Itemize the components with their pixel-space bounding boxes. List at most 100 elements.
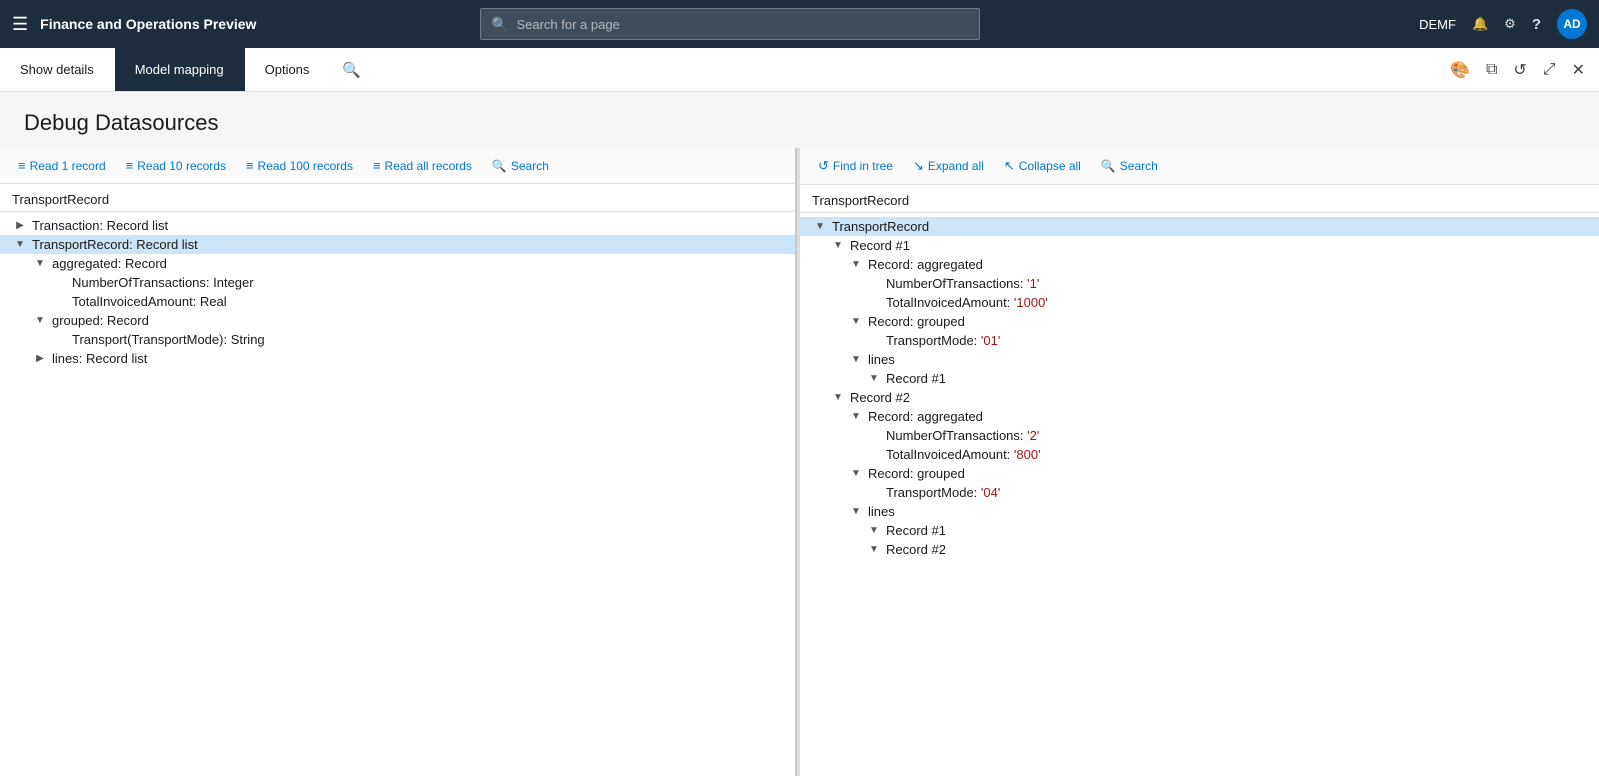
rtree-node[interactable]: ▼Record: aggregated	[800, 407, 1599, 426]
read-10-button[interactable]: ≡ Read 10 records	[116, 154, 236, 177]
rtree-toggle-icon[interactable]: ▼	[848, 354, 864, 365]
tree-node[interactable]: ▼ grouped: Record	[0, 311, 797, 330]
rtree-node[interactable]: ▼ lines	[800, 350, 1599, 369]
tree-node-label: grouped: Record	[52, 313, 149, 328]
tab-model-mapping[interactable]: Model mapping	[115, 48, 245, 91]
tree-toggle-icon[interactable]: ▼	[32, 315, 48, 326]
global-search-bar[interactable]: 🔍	[480, 8, 980, 40]
rtree-node-label: Record #2	[886, 542, 946, 557]
rtree-toggle-icon[interactable]: ▼	[848, 259, 864, 270]
rtree-node[interactable]: TransportMode: '01'	[800, 331, 1599, 350]
rtree-node[interactable]: ▼Record #1	[800, 521, 1599, 540]
tree-node[interactable]: NumberOfTransactions: Integer	[0, 273, 797, 292]
tree-node[interactable]: ▼TransportRecord: Record list	[0, 235, 797, 254]
top-bar-right: DEMF 🔔 ⚙ ? AD	[1419, 9, 1587, 39]
tab-show-details[interactable]: Show details	[0, 48, 115, 91]
read-100-button[interactable]: ≡ Read 100 records	[236, 154, 363, 177]
rtree-node[interactable]: TotalInvoicedAmount: '1000'	[800, 293, 1599, 312]
left-search-button[interactable]: 🔍 Search	[482, 155, 559, 177]
collapse-all-button[interactable]: ↖ Collapse all	[994, 154, 1091, 178]
collapse-all-icon: ↖	[1004, 158, 1015, 174]
rtree-node[interactable]: TransportMode: '04'	[800, 483, 1599, 502]
rtree-node-label: Record: grouped	[868, 466, 965, 481]
tab-search-icon[interactable]: 🔍	[330, 48, 373, 91]
tree-node[interactable]: TotalInvoicedAmount: Real	[0, 292, 797, 311]
rtree-node-value: '800'	[1014, 447, 1041, 462]
rtree-toggle-icon[interactable]: ▼	[848, 468, 864, 479]
right-search-icon: 🔍	[1101, 159, 1116, 173]
app-title: Finance and Operations Preview	[40, 16, 256, 32]
help-icon[interactable]: ?	[1532, 16, 1541, 33]
settings-icon[interactable]: ⚙	[1504, 16, 1516, 32]
refresh-icon[interactable]: ↺	[1507, 56, 1532, 84]
open-icon[interactable]: ⤢	[1537, 57, 1562, 83]
rtree-toggle-icon[interactable]: ▼	[848, 316, 864, 327]
rtree-node[interactable]: ▼lines	[800, 502, 1599, 521]
rtree-node-value: '2'	[1027, 428, 1039, 443]
expand-all-button[interactable]: ↘ Expand all	[903, 154, 994, 178]
right-tree[interactable]: ▼TransportRecord▼Record #1▼Record: aggre…	[800, 213, 1599, 776]
pane-splitter[interactable]	[795, 148, 799, 776]
find-tree-button[interactable]: ↺ Find in tree	[808, 154, 903, 178]
rtree-node[interactable]: ▼ Record #1	[800, 236, 1599, 255]
tree-node-label: Transport(TransportMode): String	[72, 332, 265, 347]
right-pane-label: TransportRecord	[800, 185, 1599, 213]
tree-node[interactable]: ▶Transaction: Record list	[0, 216, 797, 235]
rtree-node-value: '1'	[1027, 276, 1039, 291]
rtree-toggle-icon[interactable]: ▼	[848, 506, 864, 517]
tab-options[interactable]: Options	[245, 48, 331, 91]
tree-node[interactable]: Transport(TransportMode): String	[0, 330, 797, 349]
rtree-node[interactable]: ▼ Record #2	[800, 540, 1599, 559]
tree-node[interactable]: ▶ lines: Record list	[0, 349, 797, 368]
rtree-node-label: lines	[868, 352, 895, 367]
find-tree-icon: ↺	[818, 158, 829, 174]
rtree-toggle-icon[interactable]: ▼	[848, 411, 864, 422]
left-tree[interactable]: ▶Transaction: Record list▼TransportRecor…	[0, 212, 797, 776]
rtree-node[interactable]: NumberOfTransactions: '2'	[800, 426, 1599, 445]
user-code: DEMF	[1419, 17, 1456, 32]
read-all-button[interactable]: ≡ Read all records	[363, 154, 482, 177]
rtree-node[interactable]: ▼ Record: grouped	[800, 464, 1599, 483]
tree-toggle-icon[interactable]: ▶	[32, 353, 48, 364]
page-title: Debug Datasources	[0, 92, 1599, 148]
main-content: Debug Datasources ≡ Read 1 record ≡ Read…	[0, 92, 1599, 776]
tree-toggle-icon[interactable]: ▶	[12, 220, 28, 231]
tree-toggle-icon[interactable]: ▼	[32, 258, 48, 269]
rtree-toggle-icon[interactable]: ▼	[830, 392, 846, 403]
rtree-node-label: TransportMode:	[886, 485, 981, 500]
rtree-node[interactable]: TotalInvoicedAmount: '800'	[800, 445, 1599, 464]
rtree-node[interactable]: ▼Record: grouped	[800, 312, 1599, 331]
hamburger-icon[interactable]: ☰	[12, 14, 28, 35]
rtree-node-label: Record #2	[850, 390, 910, 405]
tree-node-label: lines: Record list	[52, 351, 147, 366]
tab-bar-right: 🎨 ⧉ ↺ ⤢ ✕	[1444, 48, 1599, 91]
left-pane-label: TransportRecord	[0, 184, 797, 212]
rtree-node[interactable]: NumberOfTransactions: '1'	[800, 274, 1599, 293]
rtree-node[interactable]: ▼ Record #2	[800, 388, 1599, 407]
left-toolbar: ≡ Read 1 record ≡ Read 10 records ≡ Read…	[0, 148, 797, 184]
right-search-button[interactable]: 🔍 Search	[1091, 155, 1168, 177]
rtree-node[interactable]: ▼Record #1	[800, 369, 1599, 388]
rtree-node-label: Record #1	[850, 238, 910, 253]
notifications-icon[interactable]: 🔔	[1472, 16, 1488, 32]
rtree-node-value: '1000'	[1014, 295, 1048, 310]
window-icon[interactable]: ⧉	[1480, 57, 1503, 83]
rtree-node-value: '01'	[981, 333, 1000, 348]
tree-node[interactable]: ▼ aggregated: Record	[0, 254, 797, 273]
rtree-node[interactable]: ▼TransportRecord	[800, 217, 1599, 236]
rtree-toggle-icon[interactable]: ▼	[866, 525, 882, 536]
rtree-toggle-icon[interactable]: ▼	[866, 544, 882, 555]
global-search-input[interactable]	[516, 17, 969, 32]
rtree-toggle-icon[interactable]: ▼	[866, 373, 882, 384]
avatar[interactable]: AD	[1557, 9, 1587, 39]
tree-node-label: aggregated: Record	[52, 256, 167, 271]
close-icon[interactable]: ✕	[1566, 56, 1591, 84]
read-1-button[interactable]: ≡ Read 1 record	[8, 154, 116, 177]
rtree-node[interactable]: ▼Record: aggregated	[800, 255, 1599, 274]
tree-toggle-icon[interactable]: ▼	[12, 239, 28, 250]
read-1-icon: ≡	[18, 158, 26, 173]
rtree-toggle-icon[interactable]: ▼	[812, 221, 828, 232]
palette-icon[interactable]: 🎨	[1444, 56, 1476, 84]
rtree-toggle-icon[interactable]: ▼	[830, 240, 846, 251]
read-all-icon: ≡	[373, 158, 381, 173]
